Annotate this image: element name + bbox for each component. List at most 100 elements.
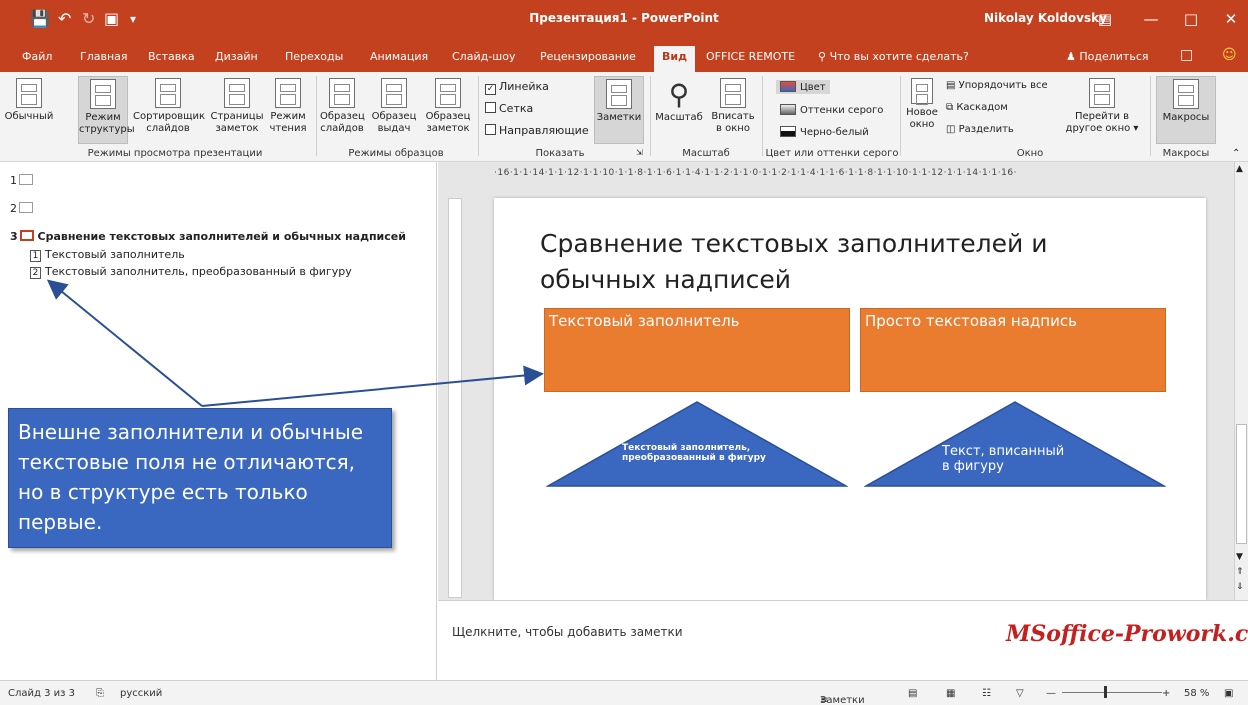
notes-placeholder[interactable]: Щелкните, чтобы добавить заметки: [452, 625, 683, 639]
maximize-icon[interactable]: □: [1176, 7, 1206, 31]
spellcheck-icon[interactable]: ⎘: [96, 688, 104, 699]
split-icon: ◫: [946, 124, 956, 135]
ribbon-tabs: Файл Главная Вставка Дизайн Переходы Ани…: [0, 42, 1248, 72]
outline-view-button[interactable]: Режим структуры: [78, 76, 135, 144]
arrange-all-button[interactable]: ▤ Упорядочить все: [946, 80, 1048, 91]
fit-slide-icon[interactable]: ▣: [1224, 688, 1233, 699]
black-white-button[interactable]: Черно-белый: [780, 126, 869, 138]
color-button[interactable]: Цвет: [776, 80, 830, 94]
close-icon[interactable]: ✕: [1216, 7, 1246, 31]
macros-group-label: Макросы: [1162, 148, 1210, 159]
slideshow-status-icon[interactable]: ▽: [1016, 688, 1024, 699]
group-separator: [650, 76, 651, 156]
ribbon-display-icon[interactable]: ▤: [1090, 7, 1120, 31]
outline-pane[interactable]: 1 2 3 Сравнение текстовых заполнителей и…: [0, 162, 437, 680]
share-button[interactable]: ♟ Поделиться: [1066, 50, 1149, 63]
annotation-callout: Внешне заполнители и обычные текстовые п…: [8, 408, 392, 548]
text-placeholder-box[interactable]: Текстовый заполнитель: [544, 308, 850, 392]
collapse-ribbon-icon[interactable]: ⌃: [1232, 148, 1240, 159]
notes-toggle-button[interactable]: Заметки: [594, 76, 644, 144]
normal-view-button[interactable]: Обычный: [2, 78, 56, 142]
guides-checkbox[interactable]: Направляющие: [485, 124, 589, 137]
notes-master-icon: [435, 78, 461, 108]
user-name[interactable]: Nikolay Koldovsky: [984, 11, 1107, 25]
title-bar: 💾 ↶ ↻ ▣ ▾ Презентация1 - PowerPoint Niko…: [0, 0, 1248, 42]
outline-slide-2[interactable]: 2: [10, 202, 33, 215]
language-indicator[interactable]: русский: [120, 688, 162, 699]
previous-slide-icon[interactable]: ⇑: [1236, 567, 1244, 577]
normal-view-label: Обычный: [4, 111, 54, 122]
macros-button[interactable]: Макросы: [1156, 76, 1216, 144]
share-icon: ♟: [1066, 50, 1076, 63]
slide-canvas[interactable]: Сравнение текстовых заполнителей и обычн…: [494, 198, 1206, 600]
outline-slide-3[interactable]: 3 Сравнение текстовых заполнителей и обы…: [10, 230, 406, 243]
tab-animations[interactable]: Анимация: [370, 50, 428, 63]
callout-line-3: но в структуре есть только: [18, 480, 308, 504]
tab-review[interactable]: Рецензирование: [540, 50, 636, 63]
zoom-button[interactable]: ⚲ Масштаб: [654, 78, 704, 142]
zoom-slider[interactable]: [1062, 692, 1162, 693]
tab-home[interactable]: Главная: [80, 50, 128, 63]
tab-slideshow[interactable]: Слайд-шоу: [452, 50, 515, 63]
reading-view-button[interactable]: Режим чтения: [266, 78, 310, 142]
color-swatch-icon: [780, 81, 796, 92]
comments-icon[interactable]: □: [1180, 47, 1193, 63]
new-window-button[interactable]: Новое окно: [904, 78, 940, 142]
tab-view[interactable]: Вид: [654, 46, 695, 72]
notes-pane[interactable]: Щелкните, чтобы добавить заметки MSoffic…: [438, 600, 1248, 680]
slide-sorter-label-1: Сортировщик: [133, 111, 206, 122]
scroll-up-icon[interactable]: ▲: [1236, 164, 1243, 174]
slide-title[interactable]: Сравнение текстовых заполнителей и обычн…: [540, 226, 1140, 298]
tab-transitions[interactable]: Переходы: [285, 50, 343, 63]
tab-office-remote[interactable]: OFFICE REMOTE: [706, 50, 795, 63]
zoom-level[interactable]: 58 %: [1184, 688, 1209, 699]
scrollbar-thumb[interactable]: [1236, 424, 1247, 544]
smiley-icon[interactable]: ☺: [1222, 47, 1237, 63]
outline-item-1[interactable]: 1 Текстовый заполнитель: [30, 248, 185, 262]
zoom-slider-thumb[interactable]: [1104, 686, 1107, 698]
outline-slide-1[interactable]: 1: [10, 174, 33, 187]
outline-item-2[interactable]: 2 Текстовый заполнитель, преобразованный …: [30, 265, 352, 279]
text-box[interactable]: Просто текстовая надпись: [860, 308, 1166, 392]
reading-view-status-icon[interactable]: ☷: [982, 688, 991, 699]
notes-page-label-1: Страницы: [210, 111, 264, 122]
zoom-out-icon[interactable]: —: [1046, 688, 1056, 699]
normal-view-status-icon[interactable]: ▤: [908, 688, 917, 699]
notes-master-label-1: Образец: [425, 111, 471, 122]
minimize-icon[interactable]: —: [1136, 7, 1166, 31]
bw-swatch-icon: [780, 126, 796, 137]
split-button[interactable]: ◫ Разделить: [946, 124, 1014, 135]
slide-sorter-label-2: слайдов: [146, 123, 190, 134]
cascade-button[interactable]: ⧉ Каскадом: [946, 102, 1008, 113]
notes-master-button[interactable]: Образец заметок: [424, 78, 472, 142]
switch-window-button[interactable]: Перейти в другое окно ▾: [1064, 78, 1140, 142]
vertical-scrollbar[interactable]: ▲ ▼ ⇑ ⇓: [1234, 162, 1248, 600]
show-dialog-launcher-icon[interactable]: ⇲: [636, 148, 643, 157]
fit-to-window-button[interactable]: Вписать в окно: [708, 78, 758, 142]
callout-line-2: текстовые поля не отличаются,: [18, 450, 355, 474]
tab-file[interactable]: Файл: [22, 50, 52, 63]
zoom-in-icon[interactable]: +: [1162, 688, 1170, 699]
slide-icon: [19, 202, 33, 213]
ruler-checkbox[interactable]: ✓ Линейка: [485, 80, 549, 95]
grayscale-label: Оттенки серого: [800, 105, 884, 116]
notes-toggle-label: Заметки: [596, 112, 642, 123]
switch-window-label-2: другое окно: [1065, 123, 1131, 134]
next-slide-icon[interactable]: ⇓: [1236, 582, 1244, 592]
tab-design[interactable]: Дизайн: [215, 50, 258, 63]
scroll-down-icon[interactable]: ▼: [1236, 552, 1243, 562]
tell-me-box[interactable]: ⚲ Что вы хотите сделать?: [818, 50, 969, 63]
slide-master-label-2: слайдов: [320, 123, 364, 134]
outline-item-2-text: Текстовый заполнитель, преобразованный в…: [45, 265, 352, 278]
handout-master-button[interactable]: Образец выдач: [370, 78, 418, 142]
sorter-view-status-icon[interactable]: ▦: [946, 688, 955, 699]
tab-insert[interactable]: Вставка: [148, 50, 195, 63]
window-group-label: Окно: [1016, 148, 1044, 159]
slide-counter: Слайд 3 из 3: [8, 688, 75, 699]
slide-sorter-button[interactable]: Сортировщик слайдов: [133, 78, 206, 142]
gridlines-checkbox[interactable]: Сетка: [485, 102, 533, 115]
handout-master-icon: [381, 78, 407, 108]
notes-page-button[interactable]: Страницы заметок: [210, 78, 264, 142]
slide-master-button[interactable]: Образец слайдов: [320, 78, 365, 142]
grayscale-button[interactable]: Оттенки серого: [780, 104, 883, 116]
